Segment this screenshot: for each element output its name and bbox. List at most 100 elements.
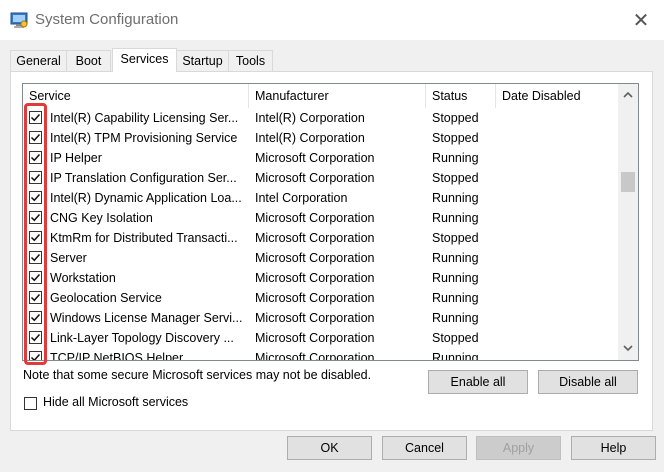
service-status: Stopped: [432, 131, 479, 145]
column-header-status[interactable]: Status: [426, 84, 496, 108]
service-date-disabled: [502, 128, 612, 148]
service-manufacturer: Microsoft Corporation: [255, 231, 375, 245]
table-row[interactable]: Intel(R) Capability Licensing Ser... Inte…: [23, 108, 619, 128]
service-name: Workstation: [50, 271, 116, 285]
service-checkbox[interactable]: [29, 111, 42, 124]
table-row[interactable]: TCP/IP NetBIOS Helper Microsoft Corporati…: [23, 348, 619, 361]
service-status: Running: [432, 351, 479, 361]
service-status: Running: [432, 311, 479, 325]
service-date-disabled: [502, 208, 612, 228]
list-header: Service Manufacturer Status Date Disable…: [23, 84, 619, 108]
table-row[interactable]: Workstation Microsoft Corporation Running: [23, 268, 619, 288]
service-manufacturer: Intel Corporation: [255, 191, 348, 205]
chevron-down-icon[interactable]: [622, 342, 634, 354]
apply-button: Apply: [476, 436, 561, 460]
service-date-disabled: [502, 308, 612, 328]
checkbox[interactable]: [24, 397, 37, 410]
service-checkbox[interactable]: [29, 291, 42, 304]
service-checkbox[interactable]: [29, 331, 42, 344]
service-manufacturer: Microsoft Corporation: [255, 351, 375, 361]
service-checkbox[interactable]: [29, 251, 42, 264]
service-name: Link-Layer Topology Discovery ...: [50, 331, 234, 345]
service-status: Running: [432, 191, 479, 205]
service-name: IP Helper: [50, 151, 102, 165]
service-manufacturer: Microsoft Corporation: [255, 211, 375, 225]
service-status: Running: [432, 151, 479, 165]
service-manufacturer: Microsoft Corporation: [255, 251, 375, 265]
table-row[interactable]: Intel(R) Dynamic Application Loa... Intel…: [23, 188, 619, 208]
close-button[interactable]: ✕: [618, 0, 664, 40]
help-button[interactable]: Help: [571, 436, 656, 460]
service-status: Stopped: [432, 111, 479, 125]
service-date-disabled: [502, 288, 612, 308]
service-checkbox[interactable]: [29, 211, 42, 224]
service-name: Intel(R) Dynamic Application Loa...: [50, 191, 242, 205]
service-checkbox[interactable]: [29, 231, 42, 244]
service-date-disabled: [502, 248, 612, 268]
service-manufacturer: Intel(R) Corporation: [255, 111, 365, 125]
service-checkbox[interactable]: [29, 311, 42, 324]
service-date-disabled: [502, 328, 612, 348]
tab-services[interactable]: Services: [112, 48, 177, 72]
hide-ms-services-label: Hide all Microsoft services: [43, 395, 189, 409]
service-manufacturer: Microsoft Corporation: [255, 331, 375, 345]
window-title: System Configuration: [35, 11, 179, 28]
service-name: KtmRm for Distributed Transacti...: [50, 231, 238, 245]
service-date-disabled: [502, 108, 612, 128]
service-checkbox[interactable]: [29, 271, 42, 284]
service-status: Stopped: [432, 171, 479, 185]
service-status: Running: [432, 251, 479, 265]
secure-services-note: Note that some secure Microsoft services…: [23, 368, 372, 382]
table-row[interactable]: Intel(R) TPM Provisioning Service Intel(R…: [23, 128, 619, 148]
service-date-disabled: [502, 268, 612, 288]
service-checkbox[interactable]: [29, 131, 42, 144]
dialog-footer: OK Cancel Apply Help: [0, 431, 664, 472]
service-name: Intel(R) Capability Licensing Ser...: [50, 111, 239, 125]
column-header-manufacturer[interactable]: Manufacturer: [249, 84, 426, 108]
service-date-disabled: [502, 168, 612, 188]
service-status: Running: [432, 271, 479, 285]
service-manufacturer: Microsoft Corporation: [255, 311, 375, 325]
service-name: CNG Key Isolation: [50, 211, 153, 225]
service-name: Windows License Manager Servi...: [50, 311, 243, 325]
table-row[interactable]: Link-Layer Topology Discovery ... Microso…: [23, 328, 619, 348]
service-date-disabled: [502, 188, 612, 208]
system-config-icon: [10, 12, 28, 28]
services-list[interactable]: Service Manufacturer Status Date Disable…: [22, 83, 639, 361]
disable-all-button[interactable]: Disable all: [538, 370, 638, 394]
service-status: Running: [432, 291, 479, 305]
service-name: Intel(R) TPM Provisioning Service: [50, 131, 238, 145]
service-checkbox[interactable]: [29, 351, 42, 360]
service-name: IP Translation Configuration Ser...: [50, 171, 237, 185]
service-manufacturer: Microsoft Corporation: [255, 271, 375, 285]
service-manufacturer: Intel(R) Corporation: [255, 131, 365, 145]
title-bar: System Configuration ✕: [0, 0, 664, 40]
table-row[interactable]: Geolocation Service Microsoft Corporation…: [23, 288, 619, 308]
service-name: Server: [50, 251, 87, 265]
table-row[interactable]: IP Translation Configuration Ser... Micro…: [23, 168, 619, 188]
tab-startup[interactable]: Startup: [176, 50, 229, 71]
table-row[interactable]: Server Microsoft Corporation Running: [23, 248, 619, 268]
tab-general[interactable]: General: [10, 50, 67, 71]
table-row[interactable]: IP Helper Microsoft Corporation Running: [23, 148, 619, 168]
service-checkbox[interactable]: [29, 151, 42, 164]
service-checkbox[interactable]: [29, 191, 42, 204]
service-date-disabled: [502, 228, 612, 248]
ok-button[interactable]: OK: [287, 436, 372, 460]
tab-boot[interactable]: Boot: [66, 50, 111, 71]
service-name: Geolocation Service: [50, 291, 162, 305]
chevron-up-icon[interactable]: [622, 89, 634, 101]
table-row[interactable]: KtmRm for Distributed Transacti... Micros…: [23, 228, 619, 248]
vertical-scrollbar[interactable]: [618, 84, 638, 360]
scroll-thumb[interactable]: [621, 172, 635, 192]
cancel-button[interactable]: Cancel: [382, 436, 467, 460]
service-status: Stopped: [432, 231, 479, 245]
column-header-service[interactable]: Service: [23, 84, 249, 108]
enable-all-button[interactable]: Enable all: [428, 370, 528, 394]
service-name: TCP/IP NetBIOS Helper: [50, 351, 184, 361]
table-row[interactable]: Windows License Manager Servi... Microsof…: [23, 308, 619, 328]
service-checkbox[interactable]: [29, 171, 42, 184]
table-row[interactable]: CNG Key Isolation Microsoft Corporation Ru…: [23, 208, 619, 228]
tab-tools[interactable]: Tools: [228, 50, 273, 71]
column-header-date-disabled[interactable]: Date Disabled: [496, 84, 619, 108]
